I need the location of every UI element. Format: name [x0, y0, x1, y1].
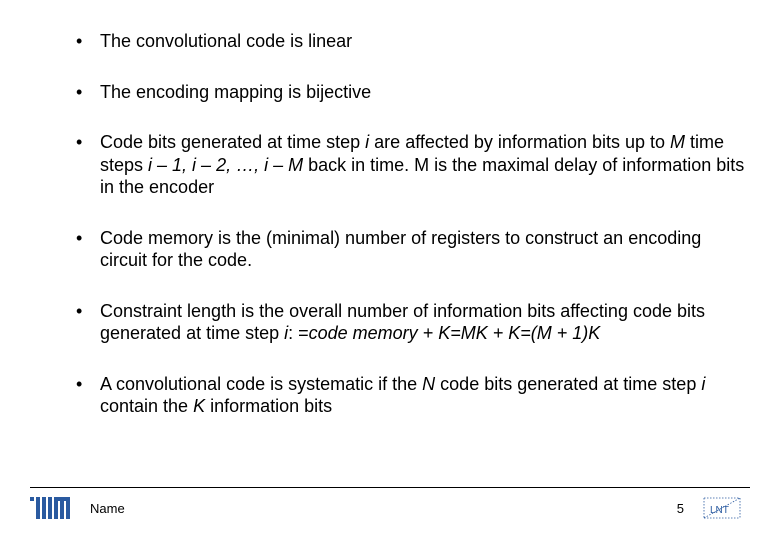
list-item: The encoding mapping is bijective — [70, 81, 750, 104]
bullet-italic: i – 1, i – 2, …, i – M — [148, 155, 303, 175]
footer-right: 5 LNT — [677, 496, 742, 520]
footer-left: Name — [30, 497, 125, 519]
bullet-text: : = — [288, 323, 309, 343]
footer-divider — [30, 487, 750, 488]
bullet-text: The encoding mapping is bijective — [100, 82, 371, 102]
bullet-italic: code memory + K=MK + K=(M + 1)K — [309, 323, 601, 343]
bullet-italic: i — [701, 374, 705, 394]
bullet-text: information bits — [205, 396, 332, 416]
footer-row: Name 5 LNT — [30, 496, 750, 520]
bullet-text: A convolutional code is systematic if th… — [100, 374, 422, 394]
bullet-text: Code bits generated at time step — [100, 132, 365, 152]
bullet-text: Code memory is the (minimal) number of r… — [100, 228, 701, 271]
bullet-italic: N — [422, 374, 435, 394]
list-item: The convolutional code is linear — [70, 30, 750, 53]
page-number: 5 — [677, 501, 684, 516]
bullet-text: code bits generated at time step — [435, 374, 701, 394]
bullet-text: The convolutional code is linear — [100, 31, 352, 51]
footer: Name 5 LNT — [30, 487, 750, 520]
bullet-text: are affected by information bits up to — [369, 132, 670, 152]
footer-name: Name — [90, 501, 125, 516]
bullet-text: contain the — [100, 396, 193, 416]
bullet-italic: M — [670, 132, 685, 152]
list-item: Constraint length is the overall number … — [70, 300, 750, 345]
list-item: A convolutional code is systematic if th… — [70, 373, 750, 418]
bullet-italic: K — [193, 396, 205, 416]
lnt-logo-icon: LNT — [702, 496, 742, 520]
bullet-list: The convolutional code is linear The enc… — [30, 30, 750, 418]
list-item: Code bits generated at time step i are a… — [70, 131, 750, 199]
list-item: Code memory is the (minimal) number of r… — [70, 227, 750, 272]
tum-logo-icon — [30, 497, 74, 519]
lnt-text: LNT — [710, 505, 729, 516]
slide: The convolutional code is linear The enc… — [0, 0, 780, 540]
